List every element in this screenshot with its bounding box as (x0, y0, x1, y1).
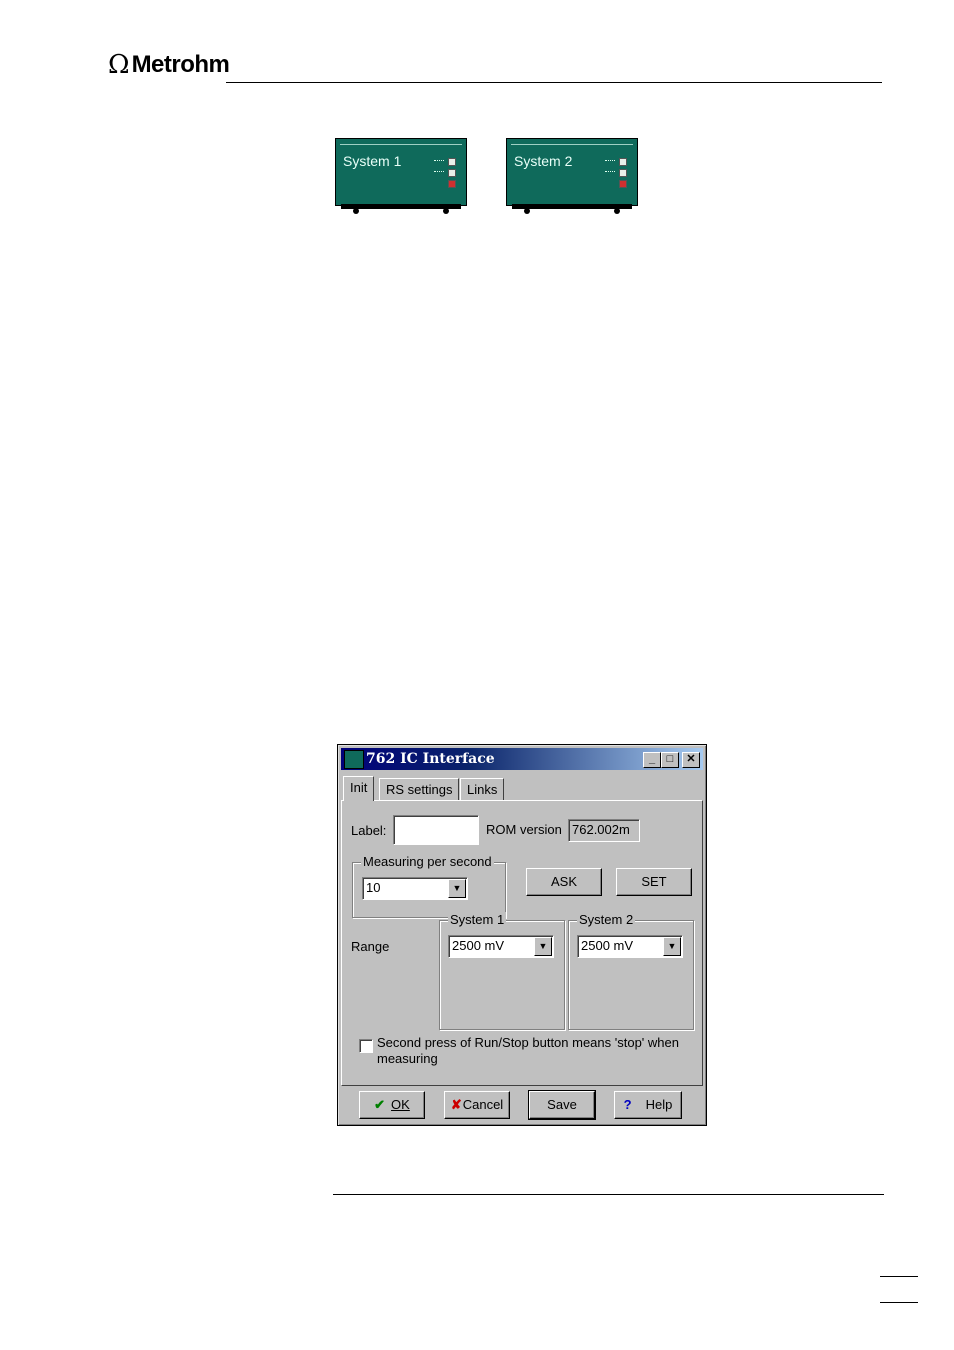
tab-links[interactable]: Links (460, 778, 505, 800)
help-button[interactable]: ? Help (614, 1091, 682, 1119)
system-2-range-group: System 2 2500 mV ▼ (568, 912, 694, 1030)
dialog-title: 762 IC Interface (366, 751, 495, 767)
metrohm-logo: Ω Metrohm (108, 50, 230, 80)
label-caption: Label: (351, 823, 387, 838)
tab-rs-settings[interactable]: RS settings (379, 778, 460, 800)
omega-icon: Ω (108, 50, 130, 80)
run-stop-checkbox[interactable] (359, 1039, 373, 1053)
led-icon (448, 168, 456, 177)
instrument-leds (428, 156, 456, 189)
instrument-label: System 1 (343, 153, 402, 169)
range-caption: Range (351, 939, 390, 954)
led-icon (619, 157, 627, 166)
led-icon (448, 157, 456, 166)
measuring-per-second-group: Measuring per second 10 ▼ (352, 854, 506, 918)
instrument-foot (524, 208, 530, 214)
chevron-down-icon[interactable]: ▼ (448, 879, 466, 898)
system-1-range-group: System 1 2500 mV ▼ (439, 912, 565, 1030)
set-button[interactable]: SET (616, 868, 692, 896)
run-stop-checkbox-label[interactable]: Second press of Run/Stop button means 's… (377, 1035, 679, 1067)
ok-button[interactable]: ✔ OK (359, 1091, 425, 1119)
label-input[interactable] (393, 815, 479, 845)
instrument-body: System 2 (506, 138, 638, 206)
cancel-button[interactable]: ✘Cancel (444, 1091, 510, 1119)
instrument-foot (443, 208, 449, 214)
instrument-system-1: System 1 (335, 138, 467, 214)
system-1-range-select[interactable]: 2500 mV ▼ (448, 935, 554, 958)
close-button[interactable]: ✕ (682, 752, 700, 768)
system-2-range-select[interactable]: 2500 mV ▼ (577, 935, 683, 958)
led-icon (619, 168, 627, 177)
group-title: System 2 (577, 912, 636, 927)
red-led-icon (619, 179, 627, 188)
instrument-top-strip (340, 141, 462, 145)
rom-version-field: 762.002m (568, 819, 640, 842)
instrument-foot (614, 208, 620, 214)
instrument-leds (599, 156, 627, 189)
cancel-x-icon: ✘ (450, 1097, 462, 1112)
tab-init[interactable]: Init (343, 776, 375, 801)
ask-button[interactable]: ASK (526, 868, 602, 896)
chevron-down-icon[interactable]: ▼ (534, 937, 552, 956)
instrument-top-strip (511, 141, 633, 145)
minimize-button[interactable]: _ (643, 752, 661, 768)
instrument-system-2: System 2 (506, 138, 638, 214)
group-title: System 1 (448, 912, 507, 927)
page-corner-rule (880, 1276, 918, 1277)
title-bar[interactable]: 762 IC Interface _ □ ✕ (341, 748, 703, 770)
chevron-down-icon[interactable]: ▼ (663, 937, 681, 956)
instrument-foot (353, 208, 359, 214)
rom-version-caption: ROM version (486, 822, 562, 837)
red-led-icon (448, 179, 456, 188)
brand-name: Metrohm (131, 51, 230, 78)
instrument-body: System 1 (335, 138, 467, 206)
save-button[interactable]: Save (528, 1090, 596, 1120)
ic-interface-dialog: 762 IC Interface _ □ ✕ Init RS settings … (337, 744, 707, 1126)
instrument-label: System 2 (514, 153, 573, 169)
question-mark-icon: ? (623, 1097, 632, 1112)
group-title: Measuring per second (361, 854, 494, 869)
checkmark-icon: ✔ (374, 1097, 386, 1112)
maximize-button[interactable]: □ (661, 752, 679, 768)
measuring-per-second-select[interactable]: 10 ▼ (362, 877, 468, 900)
app-icon[interactable] (344, 750, 364, 769)
footer-rule (333, 1194, 884, 1195)
page-corner-rule (880, 1302, 918, 1303)
tab-panel-init: Label: ROM version 762.002m Measuring pe… (341, 800, 703, 1086)
header-rule (226, 82, 882, 83)
